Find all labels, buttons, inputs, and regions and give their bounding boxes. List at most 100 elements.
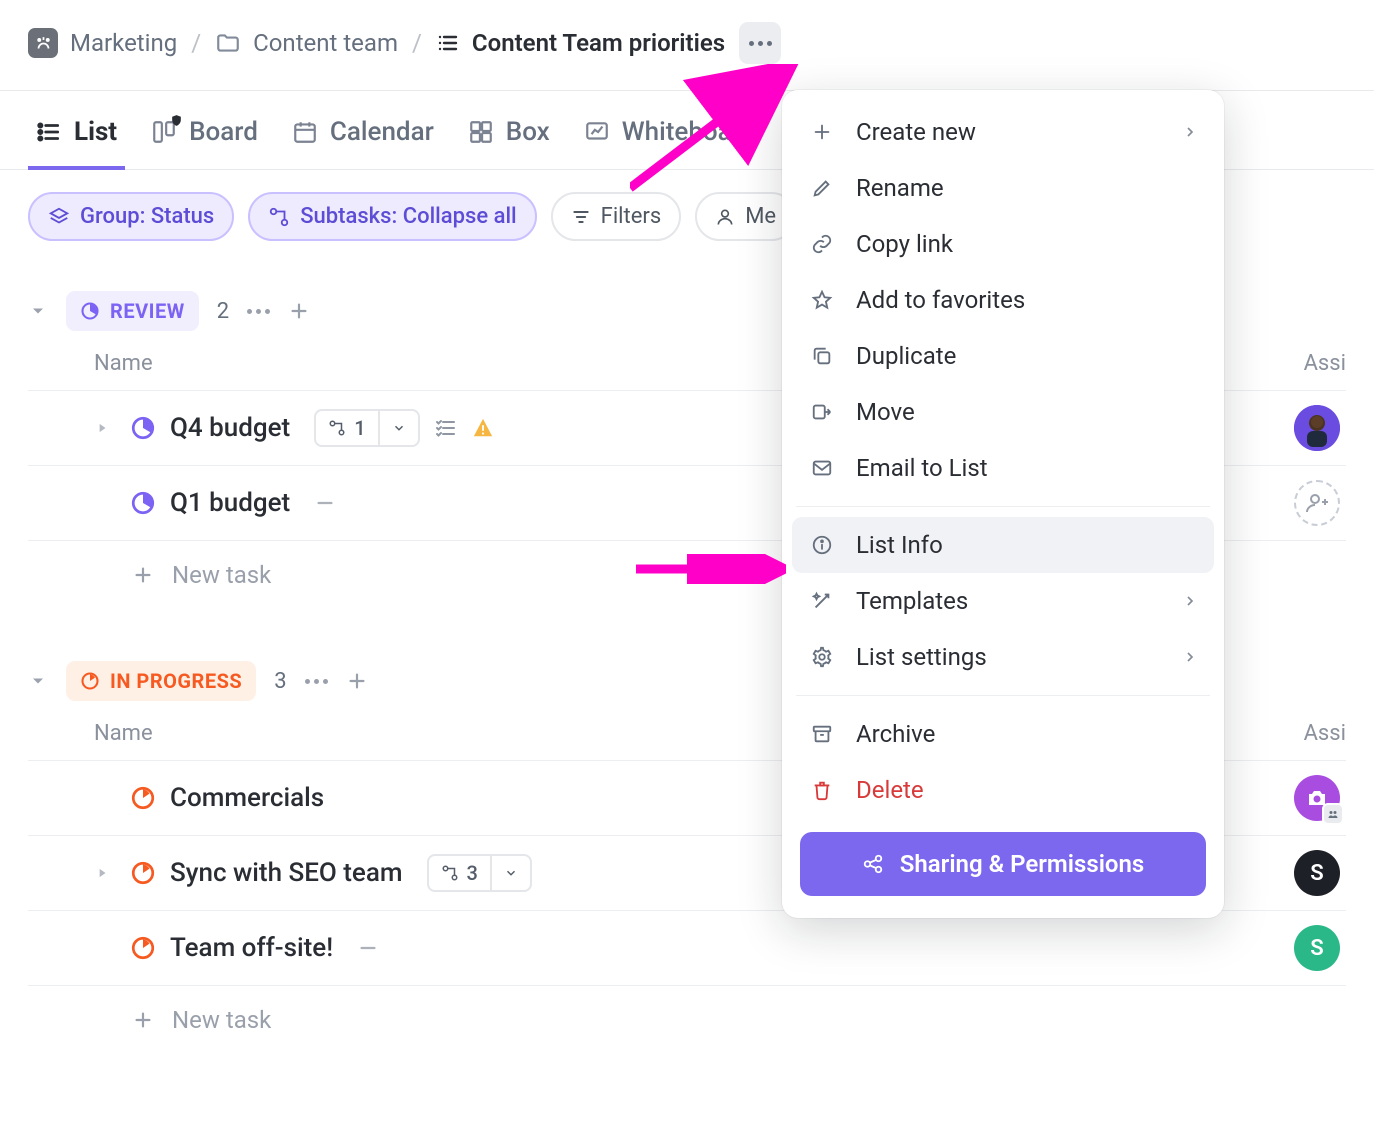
avatar[interactable]: S bbox=[1294, 850, 1340, 896]
tab-calendar[interactable]: Calendar bbox=[292, 117, 434, 169]
breadcrumb-list[interactable]: Content Team priorities bbox=[436, 29, 725, 57]
chevron-right-icon bbox=[1182, 593, 1198, 609]
menu-move[interactable]: Move bbox=[782, 384, 1224, 440]
tab-board[interactable]: Board bbox=[151, 117, 258, 169]
list-more-button[interactable] bbox=[739, 22, 781, 64]
filters-pill[interactable]: Filters bbox=[551, 192, 682, 241]
menu-copy-link-label: Copy link bbox=[856, 230, 953, 258]
tab-whiteboard-label: Whiteboard bbox=[622, 117, 756, 147]
chevron-down-icon[interactable] bbox=[378, 411, 418, 445]
caret-right-icon[interactable] bbox=[88, 866, 116, 880]
menu-sharing-button[interactable]: Sharing & Permissions bbox=[800, 832, 1206, 896]
subtasks-icon bbox=[328, 419, 346, 437]
breadcrumb-list-label: Content Team priorities bbox=[472, 29, 725, 57]
menu-delete[interactable]: Delete bbox=[782, 762, 1224, 818]
group-add-button[interactable] bbox=[346, 670, 368, 692]
menu-delete-label: Delete bbox=[856, 776, 924, 804]
share-icon bbox=[862, 853, 884, 875]
subtask-chip[interactable]: 3 bbox=[427, 854, 532, 892]
menu-templates-label: Templates bbox=[856, 587, 968, 615]
tab-whiteboard[interactable]: Whiteboard bbox=[584, 117, 756, 169]
gear-icon bbox=[808, 646, 836, 668]
menu-sharing-label: Sharing & Permissions bbox=[900, 850, 1145, 878]
layers-icon bbox=[48, 206, 70, 228]
box-view-icon bbox=[468, 119, 494, 145]
avatar[interactable] bbox=[1294, 775, 1340, 821]
ellipsis-icon bbox=[749, 41, 772, 46]
menu-email-label: Email to List bbox=[856, 454, 988, 482]
caret-right-icon[interactable] bbox=[88, 421, 116, 435]
menu-divider bbox=[796, 695, 1210, 696]
breadcrumb-folder[interactable]: Content team bbox=[215, 29, 398, 57]
menu-rename[interactable]: Rename bbox=[782, 160, 1224, 216]
menu-list-info[interactable]: List Info bbox=[792, 517, 1214, 573]
tab-box-label: Box bbox=[506, 117, 550, 147]
chevron-down-icon[interactable] bbox=[28, 671, 48, 691]
subtask-chip[interactable]: 1 bbox=[314, 409, 419, 447]
group-more-button[interactable] bbox=[247, 309, 270, 314]
me-pill[interactable]: Me bbox=[695, 192, 796, 241]
group-count: 2 bbox=[217, 299, 229, 324]
status-review-icon bbox=[80, 301, 100, 321]
menu-duplicate[interactable]: Duplicate bbox=[782, 328, 1224, 384]
group-add-button[interactable] bbox=[288, 300, 310, 322]
wand-icon bbox=[808, 590, 836, 612]
status-inprogress-icon bbox=[80, 671, 100, 691]
plus-icon bbox=[132, 1009, 154, 1031]
tab-list-label: List bbox=[74, 117, 117, 147]
task-name: Q1 budget bbox=[170, 488, 290, 518]
add-task-label: New task bbox=[172, 561, 271, 589]
subtask-count: 3 bbox=[467, 861, 478, 885]
me-pill-label: Me bbox=[745, 204, 776, 229]
info-icon bbox=[808, 534, 836, 556]
folder-icon bbox=[215, 30, 241, 56]
add-assignee-button[interactable] bbox=[1294, 480, 1340, 526]
chevron-down-icon[interactable] bbox=[28, 301, 48, 321]
checklist-icon[interactable] bbox=[434, 416, 458, 440]
warning-icon bbox=[472, 417, 494, 439]
tab-list[interactable]: List bbox=[36, 117, 117, 169]
tab-board-label: Board bbox=[189, 117, 258, 147]
menu-copy-link[interactable]: Copy link bbox=[782, 216, 1224, 272]
calendar-view-icon bbox=[292, 119, 318, 145]
link-icon bbox=[808, 233, 836, 255]
list-context-menu: Create new Rename Copy link Add to favor… bbox=[782, 90, 1224, 918]
list-icon bbox=[436, 31, 460, 55]
status-badge[interactable]: REVIEW bbox=[66, 291, 199, 331]
subtasks-pill[interactable]: Subtasks: Collapse all bbox=[248, 192, 536, 241]
menu-favorites[interactable]: Add to favorites bbox=[782, 272, 1224, 328]
menu-archive[interactable]: Archive bbox=[782, 706, 1224, 762]
avatar-photo bbox=[1294, 405, 1340, 451]
shield-icon bbox=[170, 114, 183, 127]
status-review-icon bbox=[130, 415, 156, 441]
pencil-icon bbox=[808, 177, 836, 199]
status-badge[interactable]: IN PROGRESS bbox=[66, 661, 256, 701]
menu-create-new-label: Create new bbox=[856, 118, 976, 146]
group-more-button[interactable] bbox=[305, 679, 328, 684]
subtasks-icon bbox=[441, 864, 459, 882]
chevron-right-icon bbox=[1182, 124, 1198, 140]
menu-list-info-label: List Info bbox=[856, 531, 943, 559]
menu-email[interactable]: Email to List bbox=[782, 440, 1224, 496]
menu-templates[interactable]: Templates bbox=[782, 573, 1224, 629]
no-priority-icon[interactable] bbox=[357, 937, 379, 959]
avatar[interactable] bbox=[1294, 405, 1340, 451]
mail-icon bbox=[808, 457, 836, 479]
add-task-button[interactable]: New task bbox=[28, 985, 1346, 1054]
chevron-down-icon[interactable] bbox=[490, 856, 530, 890]
status-review-icon bbox=[130, 490, 156, 516]
group-pill[interactable]: Group: Status bbox=[28, 192, 234, 241]
whiteboard-view-icon bbox=[584, 119, 610, 145]
menu-settings[interactable]: List settings bbox=[782, 629, 1224, 685]
task-row[interactable]: Team off-site! S bbox=[28, 910, 1346, 985]
task-name: Commercials bbox=[170, 783, 324, 813]
breadcrumb-workspace[interactable]: Marketing bbox=[28, 28, 177, 58]
tab-box[interactable]: Box bbox=[468, 117, 550, 169]
duplicate-icon bbox=[808, 345, 836, 367]
no-priority-icon[interactable] bbox=[314, 492, 336, 514]
list-view-icon bbox=[36, 119, 62, 145]
avatar[interactable]: S bbox=[1294, 925, 1340, 971]
menu-create-new[interactable]: Create new bbox=[782, 104, 1224, 160]
menu-settings-label: List settings bbox=[856, 643, 987, 671]
breadcrumb-separator: / bbox=[191, 29, 201, 57]
